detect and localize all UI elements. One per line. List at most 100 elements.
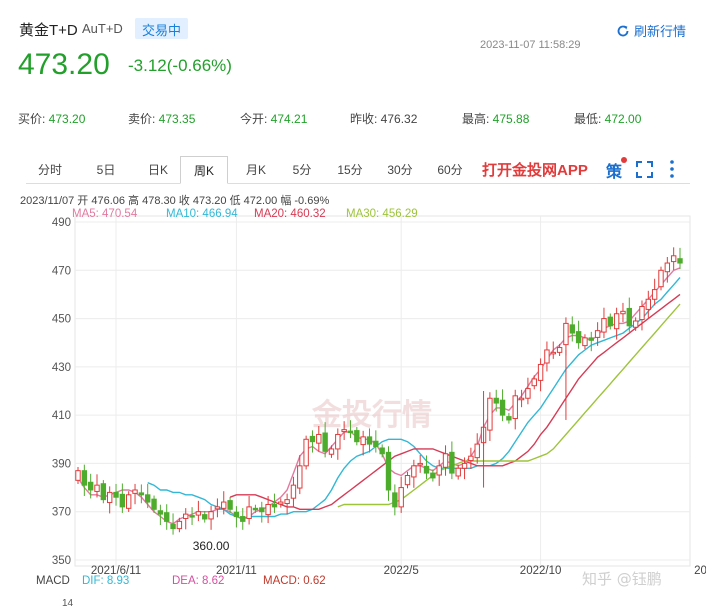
candle-body[interactable] (75, 470, 81, 481)
candlestick-chart[interactable]: 3503703904104304504704902021/6/11 2021/11… (0, 0, 706, 609)
candle-body[interactable] (461, 462, 468, 469)
candle-body[interactable] (164, 512, 170, 522)
candle-body[interactable] (138, 492, 145, 496)
candle-body[interactable] (474, 443, 480, 459)
candle-body[interactable] (594, 330, 601, 338)
candle-body[interactable] (417, 462, 423, 466)
candle-body[interactable] (449, 451, 455, 474)
candle-body[interactable] (385, 451, 392, 491)
candle-body[interactable] (100, 483, 107, 501)
candle-body[interactable] (601, 318, 607, 333)
candle-body[interactable] (309, 435, 316, 443)
candle-body[interactable] (493, 397, 499, 404)
candle-body[interactable] (176, 520, 183, 530)
candle-body[interactable] (106, 491, 113, 504)
candle-body[interactable] (525, 388, 531, 399)
candle-body[interactable] (87, 481, 94, 491)
candle-body[interactable] (563, 322, 569, 346)
candle-body[interactable] (531, 378, 537, 387)
candle-body[interactable] (392, 492, 398, 508)
y-tick-label: 370 (52, 507, 71, 519)
candle-body[interactable] (335, 433, 341, 450)
candle-body[interactable] (423, 465, 430, 474)
candle-body[interactable] (645, 298, 652, 310)
candle-body[interactable] (94, 484, 100, 492)
candle-body[interactable] (626, 307, 633, 327)
candle-body[interactable] (125, 494, 132, 509)
candle-body[interactable] (81, 470, 88, 486)
macd-title: MACD (36, 575, 70, 587)
candle-body[interactable] (442, 453, 449, 468)
candle-body[interactable] (658, 269, 664, 288)
candle-body[interactable] (639, 306, 645, 321)
candle-body[interactable] (588, 337, 594, 341)
candle-body[interactable] (328, 448, 335, 455)
y-tick-label: 490 (52, 217, 71, 229)
candle-body[interactable] (379, 447, 385, 455)
candle-body[interactable] (556, 347, 563, 353)
candle-body[interactable] (290, 484, 297, 499)
candle-body[interactable] (582, 337, 588, 347)
candle-body[interactable] (575, 331, 582, 344)
candle-body[interactable] (607, 316, 613, 327)
candle-body[interactable] (620, 310, 626, 315)
y-tick-label: 430 (52, 362, 71, 374)
candle-body[interactable] (398, 487, 404, 508)
candle-body[interactable] (677, 258, 683, 264)
candle-body[interactable] (322, 432, 328, 452)
candle-body[interactable] (506, 416, 512, 421)
candle-body[interactable] (259, 507, 265, 513)
candle-body[interactable] (240, 516, 246, 522)
candle-body[interactable] (113, 491, 119, 498)
candle-body[interactable] (183, 513, 189, 519)
candle-body[interactable] (132, 489, 138, 494)
candle-body[interactable] (347, 430, 354, 434)
candle-body[interactable] (664, 262, 671, 273)
candle-body[interactable] (252, 507, 259, 511)
candle-body[interactable] (468, 455, 474, 462)
candle-body[interactable] (373, 440, 379, 448)
candle-body[interactable] (145, 494, 151, 503)
candle-body[interactable] (550, 351, 556, 355)
candle-body[interactable] (366, 436, 373, 445)
candle-body[interactable] (569, 324, 575, 334)
candle-body[interactable] (195, 511, 202, 516)
candle-body[interactable] (151, 498, 157, 510)
candle-body[interactable] (360, 436, 366, 446)
candle-body[interactable] (189, 515, 195, 518)
candle-body[interactable] (651, 289, 658, 300)
candle-body[interactable] (284, 499, 290, 505)
candle-body[interactable] (233, 511, 240, 518)
candle-body[interactable] (341, 429, 347, 433)
candle-body[interactable] (518, 397, 525, 401)
candle-body[interactable] (202, 514, 208, 520)
candle-body[interactable] (632, 320, 639, 328)
candle-body[interactable] (214, 506, 221, 510)
candle-body[interactable] (354, 430, 360, 443)
candle-body[interactable] (265, 503, 271, 516)
candle-body[interactable] (303, 438, 309, 467)
candle-body[interactable] (436, 465, 442, 476)
candle-body[interactable] (170, 523, 176, 530)
candle-body[interactable] (227, 500, 233, 510)
candle-body[interactable] (208, 511, 214, 520)
candle-body[interactable] (411, 465, 417, 478)
candle-body[interactable] (430, 472, 436, 479)
candle-body[interactable] (512, 395, 518, 420)
candle-body[interactable] (278, 501, 284, 505)
candle-body[interactable] (670, 255, 677, 263)
candle-body[interactable] (157, 510, 164, 515)
candle-body[interactable] (487, 397, 493, 431)
candle-body[interactable] (537, 363, 544, 381)
candle-body[interactable] (499, 399, 506, 416)
candle-body[interactable] (455, 467, 461, 477)
candle-body[interactable] (221, 501, 227, 509)
candle-body[interactable] (246, 506, 252, 519)
candle-body[interactable] (271, 503, 278, 508)
candle-body[interactable] (404, 475, 411, 486)
candle-body[interactable] (544, 349, 550, 364)
candle-body[interactable] (119, 493, 126, 508)
candle-body[interactable] (316, 433, 322, 444)
candle-body[interactable] (613, 313, 620, 330)
candle-body[interactable] (297, 465, 303, 489)
